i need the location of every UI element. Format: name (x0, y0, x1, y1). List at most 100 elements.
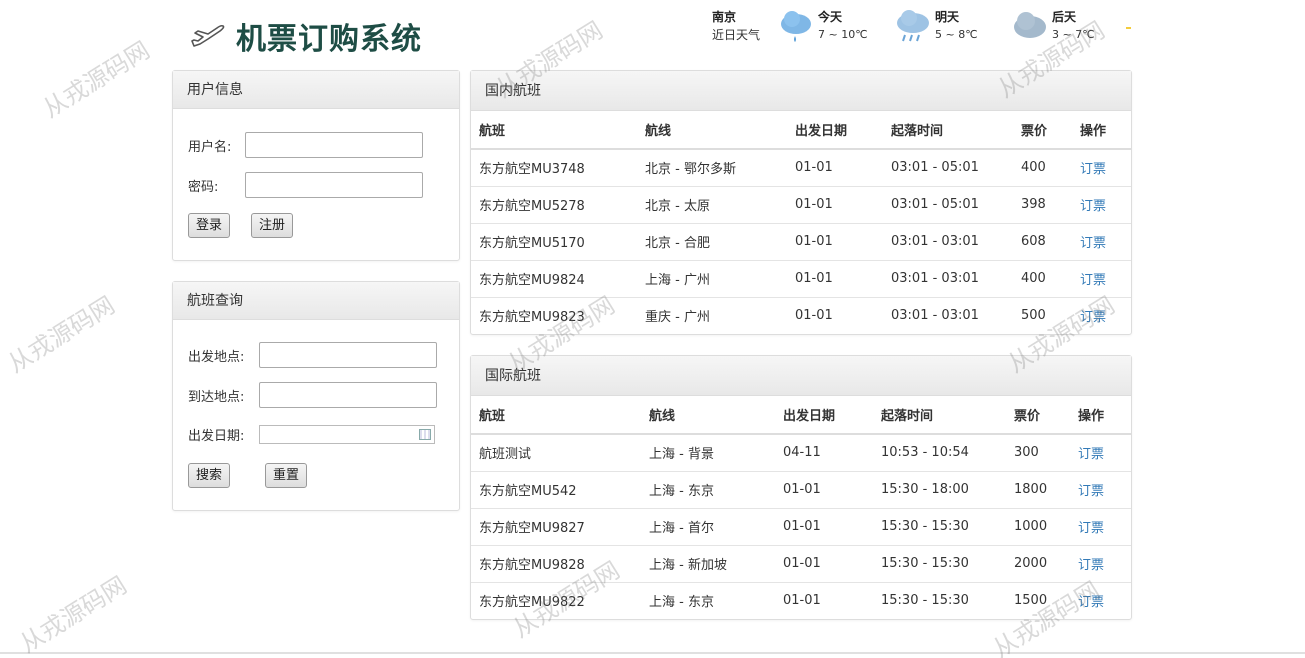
calendar-icon[interactable] (419, 429, 431, 440)
book-link[interactable]: 订票 (1070, 507, 1131, 545)
price-cell: 1500 (1006, 581, 1070, 619)
flight-search-panel: 航班查询 出发地点: 到达地点: 出发日期: 搜索 重置 (172, 281, 460, 511)
book-link[interactable]: 订票 (1072, 296, 1131, 334)
domestic-flights-table: 航班 航线 出发日期 起落时间 票价 操作 东方航空MU3748 北京 - 鄂尔… (471, 111, 1131, 334)
col-flight: 航班 (471, 111, 637, 150)
col-price: 票价 (1013, 111, 1072, 150)
price-cell: 608 (1013, 222, 1072, 260)
airplane-icon (191, 24, 225, 47)
col-date: 出发日期 (787, 111, 883, 150)
weather-subtitle: 近日天气 (712, 28, 761, 42)
flight-cell: 航班测试 (471, 433, 641, 471)
route-cell: 上海 - 新加坡 (641, 544, 775, 582)
book-link[interactable]: 订票 (1072, 259, 1131, 297)
price-cell: 300 (1006, 433, 1070, 471)
book-link[interactable]: 订票 (1072, 185, 1131, 223)
flight-cell: 东方航空MU9828 (471, 544, 641, 582)
route-cell: 重庆 - 广州 (637, 296, 787, 334)
login-button[interactable]: 登录 (188, 213, 231, 238)
table-row: 东方航空MU9824 上海 - 广州 01-01 03:01 - 03:01 4… (471, 259, 1131, 297)
departure-input[interactable] (259, 342, 437, 368)
col-route: 航线 (637, 111, 787, 150)
date-label: 出发日期: (188, 429, 245, 444)
date-cell: 01-01 (787, 185, 883, 223)
register-button[interactable]: 注册 (251, 213, 294, 238)
time-cell: 15:30 - 18:00 (873, 470, 1006, 508)
col-price: 票价 (1006, 396, 1070, 435)
weather-temp: 7 ~ 10℃ (818, 28, 868, 41)
arrival-input[interactable] (259, 382, 437, 408)
panel-title: 国内航班 (471, 71, 1131, 111)
book-link[interactable]: 订票 (1070, 470, 1131, 508)
weather-city: 南京 (712, 10, 737, 24)
date-cell: 01-01 (787, 148, 883, 186)
flight-cell: 东方航空MU542 (471, 470, 641, 508)
table-row: 东方航空MU9822 上海 - 东京 01-01 15:30 - 15:30 1… (471, 581, 1131, 619)
route-cell: 上海 - 东京 (641, 470, 775, 508)
weather-day-label: 明天 (935, 10, 960, 24)
date-cell: 01-01 (787, 222, 883, 260)
departure-date-input[interactable] (259, 425, 435, 444)
time-cell: 15:30 - 15:30 (873, 507, 1006, 545)
date-cell: 01-01 (775, 544, 873, 582)
time-cell: 03:01 - 05:01 (883, 148, 1013, 186)
panel-title: 用户信息 (173, 71, 459, 109)
route-cell: 上海 - 首尔 (641, 507, 775, 545)
username-label: 用户名: (188, 139, 232, 155)
username-input[interactable] (245, 132, 423, 158)
price-cell: 400 (1013, 148, 1072, 186)
col-time: 起落时间 (873, 396, 1006, 435)
weather-day-after: 后天 3 ~ 7℃ (1012, 8, 1129, 48)
time-cell: 03:01 - 03:01 (883, 222, 1013, 260)
time-cell: 10:53 - 10:54 (873, 433, 1006, 471)
col-action: 操作 (1070, 396, 1131, 435)
international-flights-panel: 国际航班 航班 航线 出发日期 起落时间 票价 操作 航班测试 上海 - 背景 … (470, 355, 1132, 620)
flight-cell: 东方航空MU3748 (471, 148, 637, 186)
route-cell: 上海 - 东京 (641, 581, 775, 619)
table-header-row: 航班 航线 出发日期 起落时间 票价 操作 (471, 396, 1131, 435)
book-link[interactable]: 订票 (1070, 433, 1131, 471)
light-rain-cloud-icon (781, 11, 811, 42)
weather-scroll-indicator (1126, 27, 1131, 29)
from-label: 出发地点: (188, 349, 245, 365)
date-cell: 01-01 (775, 507, 873, 545)
password-row: 密码: (188, 172, 423, 198)
reset-button[interactable]: 重置 (265, 463, 308, 488)
weather-day-tomorrow: 明天 5 ~ 8℃ (895, 8, 1012, 48)
date-cell: 01-01 (787, 259, 883, 297)
table-row: 航班测试 上海 - 背景 04-11 10:53 - 10:54 300 订票 (471, 433, 1131, 471)
route-cell: 上海 - 广州 (637, 259, 787, 297)
book-link[interactable]: 订票 (1070, 581, 1131, 619)
search-button[interactable]: 搜索 (188, 463, 231, 488)
flight-cell: 东方航空MU9823 (471, 296, 637, 334)
table-header-row: 航班 航线 出发日期 起落时间 票价 操作 (471, 111, 1131, 150)
weather-day-today: 今天 7 ~ 10℃ (778, 8, 895, 48)
international-flights-table: 航班 航线 出发日期 起落时间 票价 操作 航班测试 上海 - 背景 04-11… (471, 396, 1131, 619)
time-cell: 03:01 - 03:01 (883, 296, 1013, 334)
panel-title: 国际航班 (471, 356, 1131, 396)
to-label: 到达地点: (188, 389, 245, 405)
book-link[interactable]: 订票 (1072, 222, 1131, 260)
table-row: 东方航空MU5170 北京 - 合肥 01-01 03:01 - 03:01 6… (471, 222, 1131, 260)
weather-day-label: 后天 (1052, 10, 1077, 24)
col-action: 操作 (1072, 111, 1131, 150)
table-row: 东方航空MU9823 重庆 - 广州 01-01 03:01 - 03:01 5… (471, 296, 1131, 334)
date-cell: 04-11 (775, 433, 873, 471)
col-date: 出发日期 (775, 396, 873, 435)
price-cell: 2000 (1006, 544, 1070, 582)
book-link[interactable]: 订票 (1070, 544, 1131, 582)
from-row: 出发地点: (188, 342, 437, 368)
table-row: 东方航空MU3748 北京 - 鄂尔多斯 01-01 03:01 - 05:01… (471, 148, 1131, 186)
flight-cell: 东方航空MU9827 (471, 507, 641, 545)
time-cell: 03:01 - 05:01 (883, 185, 1013, 223)
col-route: 航线 (641, 396, 775, 435)
flight-cell: 东方航空MU5278 (471, 185, 637, 223)
price-cell: 1000 (1006, 507, 1070, 545)
book-link[interactable]: 订票 (1072, 148, 1131, 186)
site-title: 机票订购系统 (236, 22, 422, 57)
weather-widget: 南京 近日天气 今天 7 ~ 10℃ 明天 5 ~ 8℃ 后天 3 ~ 7℃ (712, 8, 1129, 48)
price-cell: 500 (1013, 296, 1072, 334)
overcast-cloud-icon (1014, 12, 1046, 38)
panel-title: 航班查询 (173, 282, 459, 320)
password-input[interactable] (245, 172, 423, 198)
